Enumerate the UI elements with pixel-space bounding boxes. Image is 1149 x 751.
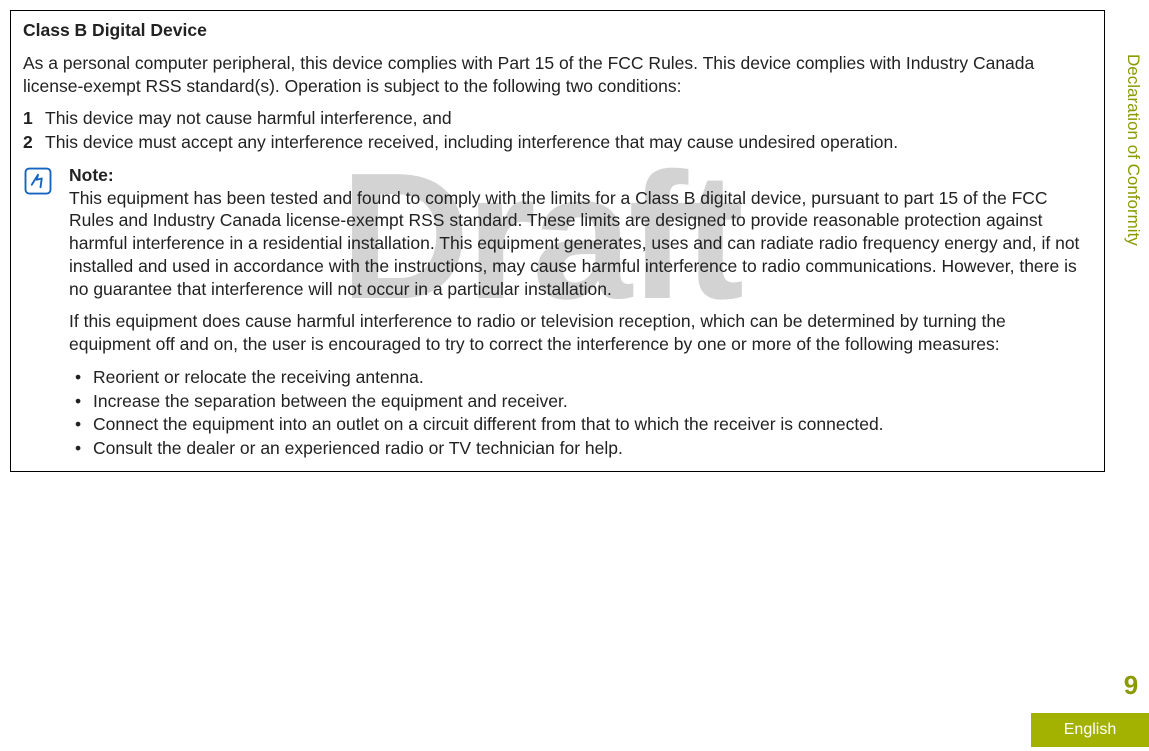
bullet-text: Connect the equipment into an outlet on … [93, 413, 884, 436]
bullet-text: Increase the separation between the equi… [93, 390, 568, 413]
bullet-text: Consult the dealer or an experienced rad… [93, 437, 623, 460]
bullet-list: • Reorient or relocate the receiving ant… [69, 366, 1092, 460]
list-item: 1 This device may not cause harmful inte… [23, 107, 1092, 130]
side-tab: Declaration of Conformity [1117, 10, 1149, 290]
side-tab-label: Declaration of Conformity [1122, 54, 1144, 246]
note-paragraph-1: This equipment has been tested and found… [69, 188, 1079, 299]
list-item: 2 This device must accept any interferen… [23, 131, 1092, 154]
list-text: This device must accept any interference… [45, 131, 898, 154]
bullet-text: Reorient or relocate the receiving anten… [93, 366, 424, 389]
list-item: • Reorient or relocate the receiving ant… [71, 366, 1092, 389]
list-item: • Increase the separation between the eq… [71, 390, 1092, 413]
content-box: Class B Digital Device As a personal com… [10, 10, 1105, 472]
language-tab: English [1031, 713, 1149, 747]
note-block: Note: This equipment has been tested and… [23, 164, 1092, 461]
bullet-dot: • [71, 413, 93, 436]
language-label: English [1064, 720, 1116, 741]
note-icon [23, 164, 57, 461]
list-number: 1 [23, 107, 45, 130]
list-text: This device may not cause harmful interf… [45, 107, 452, 130]
page-number: 9 [1113, 669, 1149, 703]
note-label: Note: [69, 165, 114, 185]
note-paragraph-2: If this equipment does cause harmful int… [69, 310, 1092, 356]
section-title: Class B Digital Device [23, 19, 1092, 42]
intro-paragraph: As a personal computer peripheral, this … [23, 52, 1092, 98]
list-item: • Connect the equipment into an outlet o… [71, 413, 1092, 436]
bullet-dot: • [71, 366, 93, 389]
numbered-list: 1 This device may not cause harmful inte… [23, 107, 1092, 154]
bullet-dot: • [71, 437, 93, 460]
list-item: • Consult the dealer or an experienced r… [71, 437, 1092, 460]
note-body: Note: This equipment has been tested and… [69, 164, 1092, 461]
list-number: 2 [23, 131, 45, 154]
bullet-dot: • [71, 390, 93, 413]
